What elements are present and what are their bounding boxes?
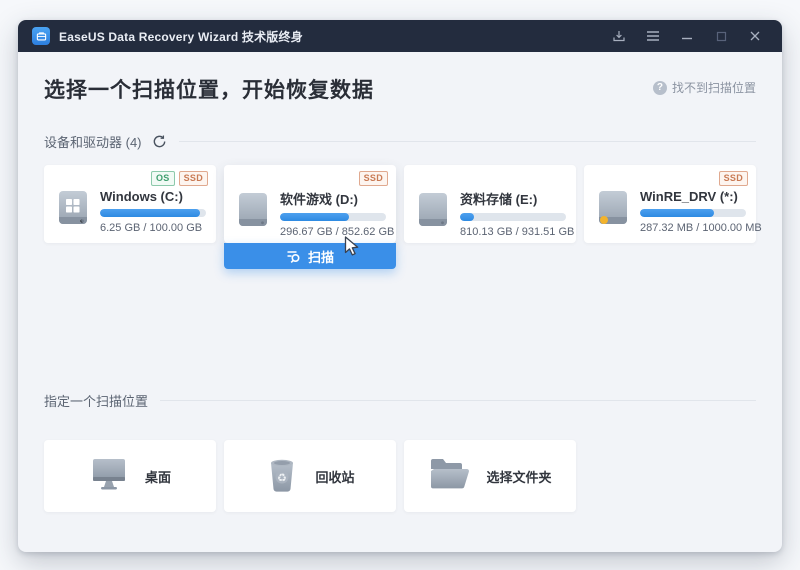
svg-text:♻: ♻ bbox=[278, 472, 288, 484]
drive-size: 296.67 GB / 852.62 GB bbox=[280, 226, 386, 238]
ssd-badge: SSD bbox=[719, 171, 748, 186]
scan-button-label: 扫描 bbox=[308, 247, 334, 266]
titlebar[interactable]: EaseUS Data Recovery Wizard 技术版终身 bbox=[18, 20, 782, 52]
drive-name: Windows (C:) bbox=[100, 189, 206, 204]
hard-drive-icon bbox=[416, 192, 450, 235]
hard-drive-locked-icon bbox=[596, 190, 630, 233]
drive-size: 6.25 GB / 100.00 GB bbox=[100, 222, 206, 234]
window-title: EaseUS Data Recovery Wizard 技术版终身 bbox=[59, 28, 303, 45]
menu-icon[interactable] bbox=[640, 23, 666, 49]
hard-drive-icon bbox=[236, 192, 270, 235]
maximize-button bbox=[708, 23, 734, 49]
drive-usage-bar bbox=[100, 209, 206, 217]
refresh-icon[interactable] bbox=[152, 134, 167, 149]
devices-section-label: 设备和驱动器 (4) bbox=[44, 132, 142, 151]
drive-card-winre[interactable]: SSD WinRE_DRV (*:) bbox=[584, 165, 756, 243]
help-link-label: 找不到扫描位置 bbox=[672, 79, 756, 96]
close-button[interactable] bbox=[742, 23, 768, 49]
location-label: 回收站 bbox=[315, 467, 354, 486]
capture-download-icon[interactable] bbox=[606, 23, 632, 49]
drive-card-e[interactable]: 资料存储 (E:) 810.13 GB / 931.51 GB bbox=[404, 165, 576, 243]
minimize-button[interactable] bbox=[674, 23, 700, 49]
location-card-recycle-bin[interactable]: ♻ 回收站 bbox=[224, 440, 396, 512]
drive-name: WinRE_DRV (*:) bbox=[640, 189, 746, 204]
locations-section-label: 指定一个扫描位置 bbox=[44, 391, 148, 410]
app-logo-icon bbox=[32, 27, 50, 45]
scan-button[interactable]: 扫描 bbox=[224, 243, 396, 269]
drive-card-d[interactable]: SSD 软件游戏 (D:) bbox=[224, 165, 396, 243]
drive-size: 287.32 MB / 1000.00 MB bbox=[640, 222, 746, 234]
drive-card-c[interactable]: OS SSD bbox=[44, 165, 216, 243]
drive-name: 资料存储 (E:) bbox=[460, 189, 566, 208]
drive-usage-bar bbox=[640, 209, 746, 217]
scan-icon bbox=[286, 249, 301, 264]
section-divider bbox=[160, 400, 756, 401]
desktop-icon bbox=[89, 456, 129, 497]
recycle-bin-icon: ♻ bbox=[265, 455, 299, 498]
folder-icon bbox=[428, 457, 470, 496]
location-label: 选择文件夹 bbox=[486, 467, 551, 486]
hard-drive-windows-icon bbox=[56, 190, 90, 233]
location-card-choose-folder[interactable]: 选择文件夹 bbox=[404, 440, 576, 512]
location-label: 桌面 bbox=[145, 467, 171, 486]
drive-name: 软件游戏 (D:) bbox=[280, 189, 386, 208]
drive-usage-bar bbox=[280, 213, 386, 221]
drives-row: OS SSD bbox=[44, 165, 756, 243]
help-link[interactable]: ? 找不到扫描位置 bbox=[653, 79, 756, 96]
drive-usage-bar bbox=[460, 213, 566, 221]
app-window: EaseUS Data Recovery Wizard 技术版终身 选择一个扫描… bbox=[18, 20, 782, 552]
os-badge: OS bbox=[151, 171, 175, 186]
locations-row: 桌面 ♻ 回收站 bbox=[44, 440, 756, 512]
section-divider bbox=[179, 141, 756, 142]
page-title: 选择一个扫描位置，开始恢复数据 bbox=[44, 74, 374, 104]
ssd-badge: SSD bbox=[179, 171, 208, 186]
drive-size: 810.13 GB / 931.51 GB bbox=[460, 226, 566, 238]
ssd-badge: SSD bbox=[359, 171, 388, 186]
location-card-desktop[interactable]: 桌面 bbox=[44, 440, 216, 512]
question-mark-icon: ? bbox=[653, 81, 667, 95]
desktop-background: EaseUS Data Recovery Wizard 技术版终身 选择一个扫描… bbox=[0, 0, 800, 570]
main-content: 选择一个扫描位置，开始恢复数据 ? 找不到扫描位置 设备和驱动器 (4) bbox=[18, 52, 782, 552]
